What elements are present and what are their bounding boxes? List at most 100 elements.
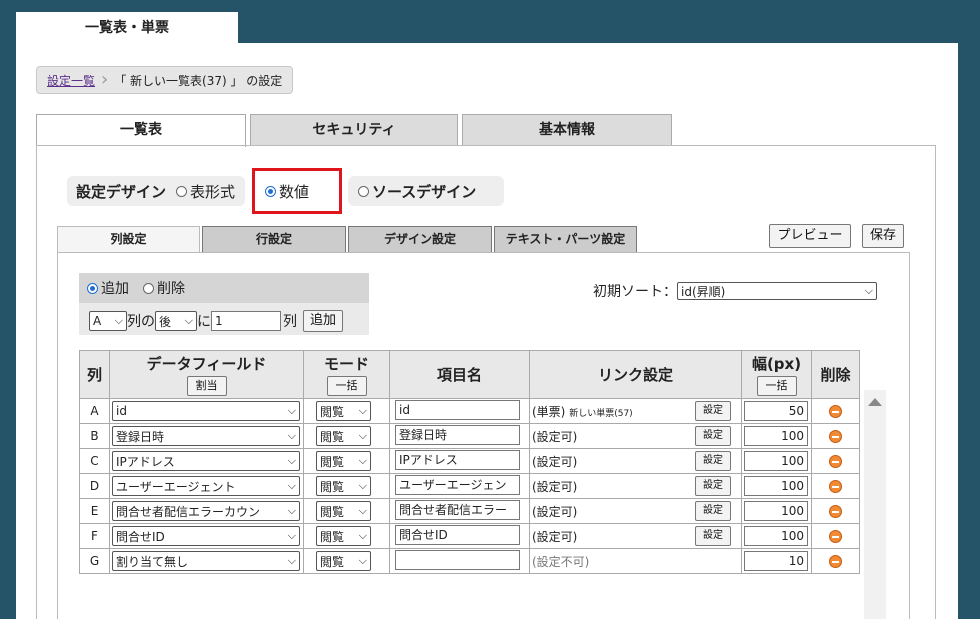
link-settings-button[interactable]: 設定 bbox=[695, 501, 731, 521]
link-settings-button[interactable]: 設定 bbox=[695, 476, 731, 496]
delete-icon[interactable] bbox=[829, 405, 842, 418]
tab-basic-info[interactable]: 基本情報 bbox=[462, 114, 672, 146]
source-design-option: ソースデザイン bbox=[348, 176, 504, 206]
datafield-value: 登録日時 bbox=[116, 429, 165, 444]
datafield-select[interactable]: 問合せID ⌵ bbox=[112, 526, 300, 546]
chevron-down-icon: ⌵ bbox=[358, 554, 367, 567]
radio-delete[interactable] bbox=[143, 282, 154, 294]
delete-icon[interactable] bbox=[829, 430, 842, 443]
link-settings-button[interactable]: 設定 bbox=[695, 426, 731, 446]
column-select[interactable]: A ⌵ bbox=[89, 311, 127, 331]
item-name-input[interactable]: 問合せ者配信エラー bbox=[395, 499, 520, 520]
preview-button[interactable]: プレビュー bbox=[769, 224, 851, 248]
header-link: リンク設定 bbox=[529, 350, 742, 399]
add-delete-column-box: 追加 削除 A ⌵ 列の 後 ⌵ に 1 列 追加 bbox=[79, 273, 369, 335]
radio-number[interactable] bbox=[265, 185, 276, 197]
mode-bulk-button[interactable]: 一括 bbox=[326, 376, 367, 396]
chevron-right-icon: › bbox=[101, 69, 109, 90]
row-col: D bbox=[79, 473, 110, 499]
item-name-input[interactable]: ユーザーエージェン bbox=[395, 474, 520, 495]
tab-text-parts-settings[interactable]: テキスト・パーツ設定 bbox=[494, 226, 637, 252]
row-col: A bbox=[79, 398, 110, 424]
text-column: 列 bbox=[283, 314, 297, 330]
mode-select[interactable]: 閲覧 ⌵ bbox=[316, 526, 371, 546]
tab-list[interactable]: 一覧表 bbox=[36, 114, 246, 147]
chevron-down-icon: ⌵ bbox=[358, 504, 367, 517]
settings-page: 設定一覧 › 「 新しい一覧表(37) 」 の設定 一覧表 セキュリティ 基本情… bbox=[16, 43, 958, 619]
column-count-input[interactable]: 1 bbox=[211, 311, 281, 331]
item-name-input[interactable] bbox=[395, 549, 520, 570]
item-name-input[interactable]: IPアドレス bbox=[395, 449, 520, 470]
radio-table-format[interactable] bbox=[176, 185, 188, 197]
link-status: (設定可) bbox=[532, 529, 578, 544]
header-datafield: データフィールド 割当 bbox=[109, 350, 304, 399]
mode-value: 閲覧 bbox=[320, 404, 345, 419]
link-settings-button[interactable]: 設定 bbox=[695, 401, 731, 421]
table-row: A id ⌵ 閲覧 ⌵ id (単票) 新しい単票(57) 設定 50 bbox=[79, 398, 860, 424]
width-input[interactable]: 100 bbox=[744, 426, 808, 446]
mode-select[interactable]: 閲覧 ⌵ bbox=[316, 501, 371, 521]
radio-source-design[interactable] bbox=[358, 185, 369, 197]
position-select[interactable]: 後 ⌵ bbox=[155, 311, 197, 331]
width-input[interactable]: 100 bbox=[744, 451, 808, 471]
link-status: (設定可) bbox=[532, 454, 578, 469]
delete-icon[interactable] bbox=[829, 530, 842, 543]
mode-select[interactable]: 閲覧 ⌵ bbox=[316, 401, 371, 421]
item-name-input[interactable]: id bbox=[395, 399, 520, 420]
column-scrollbar[interactable] bbox=[864, 390, 886, 619]
width-input[interactable]: 100 bbox=[744, 526, 808, 546]
chevron-down-icon: ⌵ bbox=[287, 404, 296, 417]
radio-number-highlight: 数値 bbox=[252, 168, 342, 214]
mode-select[interactable]: 閲覧 ⌵ bbox=[316, 551, 371, 571]
tab-row-settings[interactable]: 行設定 bbox=[202, 226, 346, 252]
datafield-select[interactable]: 登録日時 ⌵ bbox=[112, 426, 300, 446]
item-name-input[interactable]: 問合せID bbox=[395, 524, 520, 545]
add-column-button[interactable]: 追加 bbox=[303, 310, 343, 332]
link-settings-button[interactable]: 設定 bbox=[695, 526, 731, 546]
initial-sort-select[interactable]: id(昇順) ⌵ bbox=[677, 282, 877, 300]
link-status: (設定不可) bbox=[532, 554, 590, 569]
delete-icon[interactable] bbox=[829, 505, 842, 518]
datafield-select[interactable]: IPアドレス ⌵ bbox=[112, 451, 300, 471]
design-mode-label: 設定デザイン bbox=[76, 182, 167, 201]
datafield-select[interactable]: id ⌵ bbox=[112, 401, 300, 421]
delete-icon[interactable] bbox=[829, 480, 842, 493]
radio-add[interactable] bbox=[87, 282, 98, 294]
datafield-select[interactable]: 割り当て無し ⌵ bbox=[112, 551, 300, 571]
delete-icon[interactable] bbox=[829, 455, 842, 468]
datafield-select[interactable]: 問合せ者配信エラーカウン ⌵ bbox=[112, 501, 300, 521]
list-settings-panel: 設定デザイン 表形式 数値 ソースデザイン 列設定 行設定 デザイン設定 テキス… bbox=[36, 145, 936, 619]
triangle-up-icon[interactable] bbox=[868, 398, 882, 406]
datafield-select[interactable]: ユーザーエージェント ⌵ bbox=[112, 476, 300, 496]
breadcrumb-link-settings[interactable]: 設定一覧 bbox=[37, 72, 101, 89]
app-tab-list-form[interactable]: 一覧表・単票 bbox=[16, 12, 238, 44]
assign-button[interactable]: 割当 bbox=[186, 376, 227, 396]
mode-value: 閲覧 bbox=[320, 554, 345, 569]
breadcrumb: 設定一覧 › 「 新しい一覧表(37) 」 の設定 bbox=[36, 66, 294, 94]
table-row: D ユーザーエージェント ⌵ 閲覧 ⌵ ユーザーエージェン (設定可) 設定 100 bbox=[79, 473, 860, 499]
tab-design-settings[interactable]: デザイン設定 bbox=[348, 226, 492, 252]
main-tabs: 一覧表 セキュリティ 基本情報 bbox=[36, 114, 676, 147]
link-settings-button[interactable]: 設定 bbox=[695, 451, 731, 471]
row-col: B bbox=[79, 423, 110, 449]
width-input[interactable]: 10 bbox=[744, 551, 808, 571]
delete-icon[interactable] bbox=[829, 555, 842, 568]
save-button[interactable]: 保存 bbox=[862, 224, 904, 248]
mode-select[interactable]: 閲覧 ⌵ bbox=[316, 451, 371, 471]
tab-security[interactable]: セキュリティ bbox=[250, 114, 458, 146]
chevron-down-icon: ⌵ bbox=[864, 284, 873, 297]
width-input[interactable]: 100 bbox=[744, 476, 808, 496]
table-row: C IPアドレス ⌵ 閲覧 ⌵ IPアドレス (設定可) 設定 100 bbox=[79, 448, 860, 474]
mode-select[interactable]: 閲覧 ⌵ bbox=[316, 476, 371, 496]
item-name-input[interactable]: 登録日時 bbox=[395, 424, 520, 445]
chevron-down-icon: ⌵ bbox=[358, 454, 367, 467]
radio-number-label: 数値 bbox=[279, 182, 310, 201]
radio-source-design-label: ソースデザイン bbox=[372, 182, 477, 201]
tab-column-settings[interactable]: 列設定 bbox=[57, 226, 200, 252]
chevron-down-icon: ⌵ bbox=[287, 529, 296, 542]
width-input[interactable]: 50 bbox=[744, 401, 808, 421]
mode-select[interactable]: 閲覧 ⌵ bbox=[316, 426, 371, 446]
datafield-value: 問合せ者配信エラーカウン bbox=[116, 504, 261, 519]
width-bulk-button[interactable]: 一括 bbox=[756, 376, 797, 396]
width-input[interactable]: 100 bbox=[744, 501, 808, 521]
